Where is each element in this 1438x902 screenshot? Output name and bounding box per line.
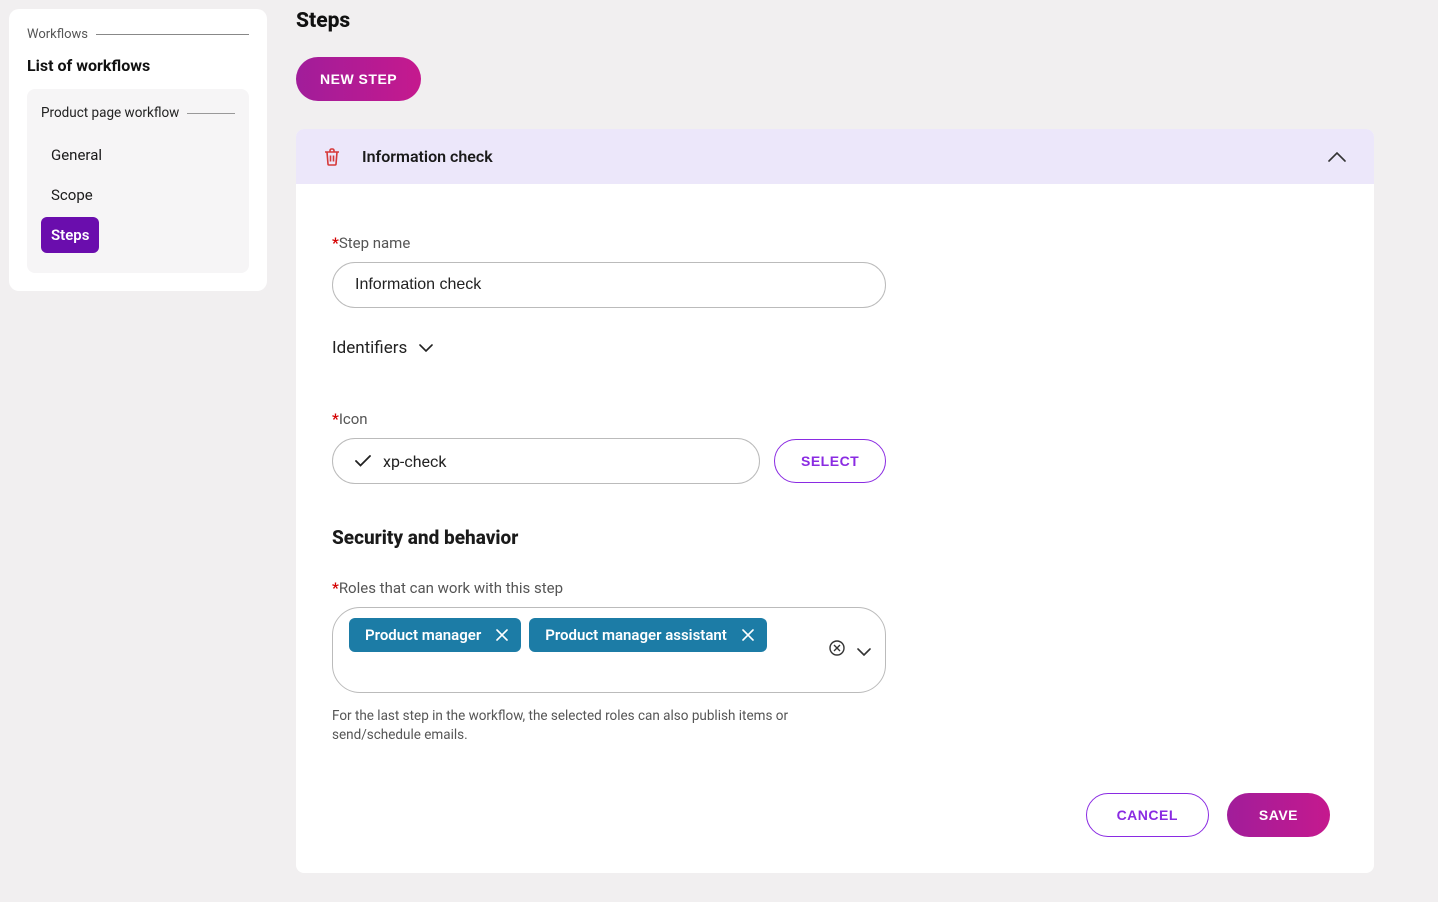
divider <box>187 113 235 114</box>
main: Steps NEW STEP Information check *Step n… <box>296 9 1374 873</box>
sidebar-item-steps[interactable]: Steps <box>41 217 99 253</box>
sidebar-heading: List of workflows <box>27 56 249 75</box>
remove-role-icon[interactable] <box>495 628 509 642</box>
step-name-label: *Step name <box>332 234 1338 252</box>
step-name-label-text: Step name <box>339 234 410 252</box>
remove-role-icon[interactable] <box>741 628 755 642</box>
role-chip: Product manager assistant <box>529 618 767 652</box>
step-body: *Step name Identifiers *Icon xp-check <box>296 184 1374 873</box>
check-icon <box>355 455 371 467</box>
security-heading: Security and behavior <box>332 526 1338 549</box>
roles-label: *Roles that can work with this step <box>332 579 1338 597</box>
save-button[interactable]: SAVE <box>1227 793 1330 837</box>
step-header-title: Information check <box>362 147 493 166</box>
chevron-down-icon <box>419 344 433 352</box>
roles-help-text: For the last step in the workflow, the s… <box>332 707 852 745</box>
role-chip: Product manager <box>349 618 521 652</box>
icon-label-text: Icon <box>339 410 368 428</box>
select-icon-button[interactable]: SELECT <box>774 439 886 483</box>
footer-buttons: CANCEL SAVE <box>332 793 1338 837</box>
sidebar-item-scope[interactable]: Scope <box>41 177 103 213</box>
role-chip-label: Product manager assistant <box>545 626 727 644</box>
identifiers-label: Identifiers <box>332 338 407 358</box>
sidebar-workflow-title-row: Product page workflow <box>41 105 235 121</box>
icon-value: xp-check <box>383 452 447 471</box>
chevron-down-icon[interactable] <box>857 641 871 660</box>
sidebar-workflow-group: Product page workflow General Scope Step… <box>27 89 249 273</box>
chevron-up-icon[interactable] <box>1328 152 1346 162</box>
sidebar: Workflows List of workflows Product page… <box>9 9 267 291</box>
sidebar-workflow-title: Product page workflow <box>41 105 179 121</box>
divider <box>96 34 249 35</box>
trash-icon[interactable] <box>324 148 340 166</box>
page-title: Steps <box>296 9 1374 33</box>
step-card: Information check *Step name Identifiers… <box>296 129 1374 873</box>
step-name-input[interactable] <box>332 262 886 308</box>
roles-input[interactable]: Product manager Product manager assistan… <box>332 607 886 693</box>
sidebar-title-row: Workflows <box>27 27 249 42</box>
clear-all-icon[interactable] <box>829 640 845 660</box>
role-chip-label: Product manager <box>365 626 481 644</box>
icon-field-row: xp-check SELECT <box>332 438 1338 484</box>
step-header[interactable]: Information check <box>296 129 1374 184</box>
sidebar-item-general[interactable]: General <box>41 137 112 173</box>
required-mark: * <box>332 410 339 428</box>
roles-controls <box>829 640 871 660</box>
cancel-button[interactable]: CANCEL <box>1086 793 1209 837</box>
required-mark: * <box>332 579 339 597</box>
icon-input[interactable]: xp-check <box>332 438 760 484</box>
roles-label-text: Roles that can work with this step <box>339 579 563 597</box>
icon-label: *Icon <box>332 410 1338 428</box>
sidebar-title: Workflows <box>27 27 88 42</box>
required-mark: * <box>332 234 339 252</box>
new-step-button[interactable]: NEW STEP <box>296 57 421 101</box>
identifiers-toggle[interactable]: Identifiers <box>332 338 1338 358</box>
